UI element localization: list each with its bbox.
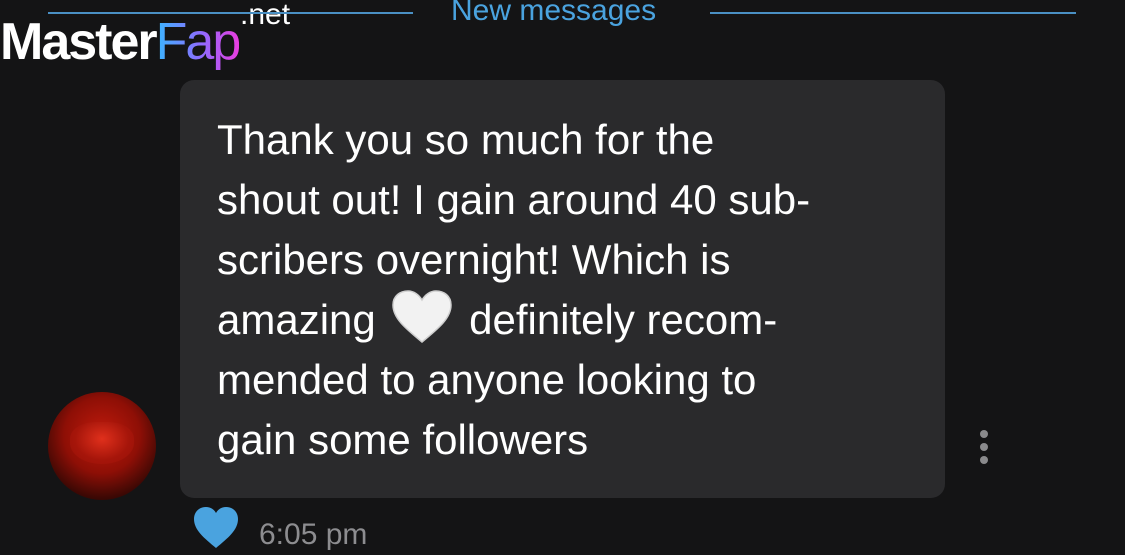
more-options-icon[interactable] (974, 430, 994, 466)
message-line-4b: definitely recom- (469, 296, 778, 343)
new-messages-label: New messages (451, 0, 657, 27)
logo-text-master: Master (0, 13, 158, 71)
message-bubble[interactable]: Thank you so much for the shout out! I ga… (180, 80, 945, 498)
sender-avatar[interactable] (48, 392, 156, 500)
logo-text-net: .net (240, 0, 291, 31)
message-line-2: shout out! I gain around 40 sub- (217, 176, 811, 223)
masterfap-watermark-logo: MasterFap .net (0, 0, 310, 84)
message-line-1: Thank you so much for the (217, 116, 715, 163)
new-messages-divider-left (48, 12, 413, 14)
logo-text-fap: Fap (155, 13, 242, 71)
message-line-6: gain some followers (217, 416, 589, 463)
message-line-3: scribers overnight! Which is (217, 236, 731, 283)
message-line-4a: amazing (217, 296, 376, 343)
white-heart-icon (391, 290, 453, 344)
like-heart-icon[interactable] (192, 506, 240, 550)
message-line-5: mended to anyone looking to (217, 356, 757, 403)
new-messages-divider-right (710, 12, 1076, 14)
message-text: Thank you so much for the shout out! I ga… (217, 110, 927, 470)
